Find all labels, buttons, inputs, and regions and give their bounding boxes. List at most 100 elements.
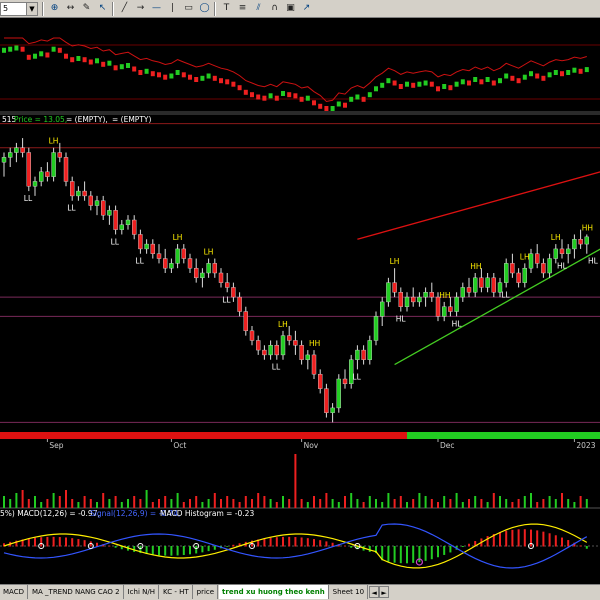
macd-histogram-bar	[114, 546, 117, 548]
macd-histogram-bar	[189, 546, 191, 555]
candle-body	[417, 296, 422, 303]
top-panel-dot	[188, 74, 192, 80]
volume-bar	[542, 499, 545, 508]
sheet-tab[interactable]: Ichi N/H	[125, 585, 159, 599]
top-panel-dot	[529, 71, 533, 77]
candle-body	[181, 248, 187, 259]
candle-body	[491, 277, 496, 293]
select-icon[interactable]: ↖	[96, 2, 109, 15]
top-panel-dot	[584, 67, 589, 73]
chart-area[interactable]: 515Price = 13.05, = (EMPTY), = (EMPTY)LH…	[0, 18, 600, 584]
macd-histogram-bar	[158, 546, 160, 556]
macd-histogram-bar	[499, 532, 501, 547]
volume-bar	[523, 496, 526, 508]
channel-icon[interactable]: ⫽	[252, 2, 265, 15]
rect-icon[interactable]: ▭	[182, 2, 195, 15]
top-panel-dot	[175, 70, 180, 75]
line-icon[interactable]: ╱	[118, 2, 131, 15]
candle-body	[125, 219, 131, 226]
top-panel-dot	[411, 82, 416, 88]
swing-label: HL	[396, 315, 407, 324]
pointer-icon[interactable]: ↗	[300, 2, 313, 15]
macd-histogram-bar	[424, 546, 427, 561]
price-panel-empty-1: = (EMPTY),	[66, 115, 108, 124]
draw-icon[interactable]: ✎	[80, 2, 93, 15]
swing-label: LH	[551, 233, 561, 242]
volume-bar	[15, 493, 18, 508]
time-axis-label: Nov	[304, 441, 319, 450]
vline-icon[interactable]: |	[166, 2, 179, 15]
top-panel-dot	[355, 94, 360, 100]
candle-body	[262, 349, 267, 356]
macd-histogram-bar	[34, 537, 36, 547]
sheet-tab[interactable]: MA _TREND NANG CAO 2	[29, 585, 124, 599]
macd-histogram-bar	[300, 537, 303, 547]
ray-icon[interactable]: →	[134, 2, 147, 15]
lock-icon[interactable]: ▣	[284, 2, 297, 15]
volume-bar	[3, 496, 5, 508]
sheet-tab[interactable]: Sheet 10	[330, 585, 369, 599]
swing-label: HL	[557, 262, 568, 271]
volume-bar	[511, 502, 514, 508]
top-panel-dot	[14, 45, 19, 51]
tab-scroll-left-icon[interactable]: ◄	[369, 586, 380, 598]
top-panel-dot	[194, 77, 199, 82]
top-panel-dot	[541, 75, 546, 81]
volume-bar	[337, 502, 340, 508]
macd-histogram-bar	[133, 546, 136, 552]
volume-bar	[412, 499, 415, 508]
candle-body	[429, 292, 434, 298]
macd-histogram-bar	[536, 530, 539, 547]
top-panel-dot	[113, 65, 118, 71]
hline-icon[interactable]: —	[150, 2, 163, 15]
magnet-icon[interactable]: ∩	[268, 2, 281, 15]
top-panel-dot	[423, 80, 428, 86]
candle-body	[330, 407, 335, 413]
macd-histogram-bar	[269, 537, 272, 547]
text-icon[interactable]: T	[220, 2, 233, 15]
volume-bar	[213, 493, 216, 508]
candle-body	[39, 171, 44, 182]
sheet-tab[interactable]: price	[194, 585, 219, 599]
top-panel-dot	[95, 58, 99, 64]
volume-bar	[257, 493, 260, 508]
candle-body	[20, 147, 25, 153]
timeframe-combo[interactable]: 5 ▼	[0, 2, 38, 16]
top-panel-dot	[144, 68, 149, 74]
scroll-icon[interactable]: ↔	[64, 2, 77, 15]
volume-bar	[517, 499, 520, 508]
top-panel-dot	[262, 95, 267, 101]
macd-histogram-bar	[437, 546, 439, 558]
volume-bar	[437, 502, 439, 508]
sheet-tab[interactable]: MACD	[0, 585, 28, 599]
top-panel-dot	[206, 73, 211, 79]
top-panel-dot	[51, 46, 56, 52]
volume-bar	[133, 496, 136, 508]
volume-bar	[430, 499, 433, 508]
macd-histogram-bar	[393, 546, 396, 563]
zoom-icon[interactable]: ⊕	[48, 2, 61, 15]
candle-body	[566, 248, 571, 254]
candle-body	[404, 296, 410, 307]
top-panel-dot	[491, 80, 496, 86]
top-panel-dot	[436, 86, 440, 92]
sheet-tab[interactable]: KC - HT	[160, 585, 193, 599]
candle-body	[82, 190, 87, 197]
fib-icon[interactable]: ≡	[236, 2, 249, 15]
top-panel-dot	[169, 73, 174, 79]
macd-histogram-bar	[46, 536, 49, 547]
chevron-down-icon[interactable]: ▼	[26, 3, 37, 15]
candle-body	[100, 200, 106, 216]
candle-body	[69, 181, 75, 197]
tab-scroll-right-icon[interactable]: ►	[379, 586, 390, 598]
top-panel-dot	[305, 95, 310, 101]
candle-body	[460, 287, 465, 298]
top-panel-dot	[299, 96, 304, 102]
ellipse-icon[interactable]: ◯	[198, 2, 211, 15]
top-panel-dot	[336, 101, 341, 107]
macd-histogram-bar	[548, 533, 551, 547]
candle-body	[57, 152, 62, 158]
candle-body	[175, 248, 180, 264]
top-panel-dot	[380, 82, 385, 88]
sheet-tab[interactable]: trend xu huong theo kenh	[219, 585, 329, 599]
